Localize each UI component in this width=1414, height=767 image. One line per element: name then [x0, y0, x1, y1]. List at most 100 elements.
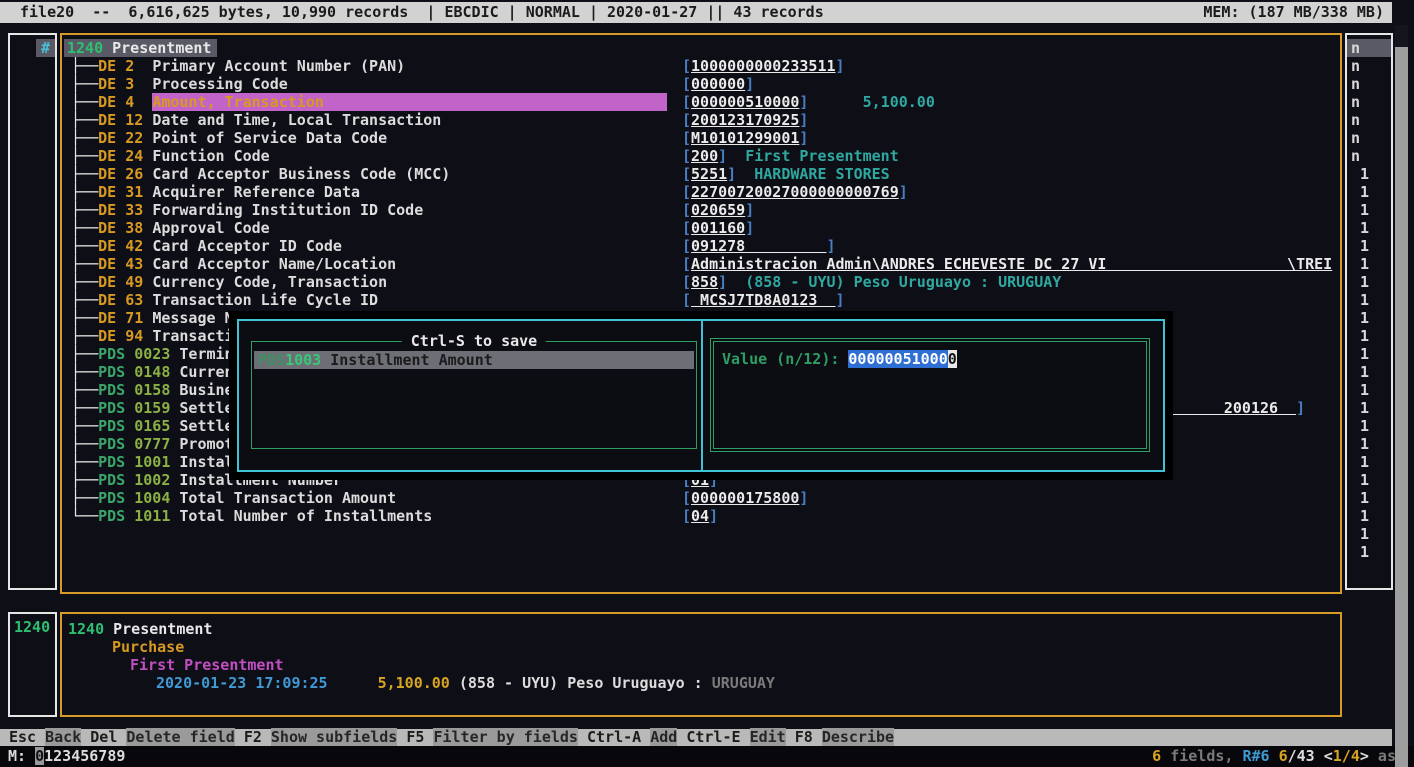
field-num: 0148	[134, 363, 179, 381]
side-indicator: n	[1347, 129, 1391, 147]
keybar-key-del[interactable]: Del	[90, 728, 117, 746]
scrollbar[interactable]	[1395, 25, 1408, 767]
tree-row-de-38[interactable]: ├──DE 38 Approval Code[001160]	[62, 219, 1340, 237]
tree-connector: ├──	[62, 93, 98, 111]
keybar-label: Edit	[750, 728, 786, 746]
field-name: Date and Time, Local Transaction	[152, 111, 441, 129]
side-indicator: 1	[1347, 345, 1391, 363]
tree-row-de-42[interactable]: ├──DE 42 Card Acceptor ID Code[091278 ]	[62, 237, 1340, 255]
record-number: R#6	[1242, 747, 1269, 765]
field-value[interactable]: [091278 ]	[682, 237, 836, 255]
tree-row-de-26[interactable]: ├──DE 26 Card Acceptor Business Code (MC…	[62, 165, 1340, 183]
fields-count: 6	[1152, 747, 1161, 765]
keybar-key-f2[interactable]: F2	[244, 728, 262, 746]
field-value[interactable]: [ MCSJ7TD8A0123 ]	[682, 291, 845, 309]
field-value[interactable]: [000000175800]	[682, 489, 808, 507]
value-input[interactable]: Value (n/12): 000000510000	[713, 341, 1147, 449]
tree-row-de-3[interactable]: ├──DE 3 Processing Code[000000]	[62, 75, 1340, 93]
record-index: 6	[1279, 747, 1288, 765]
keybar-label: Add	[650, 728, 677, 746]
field-tag: PDS	[98, 363, 134, 381]
field-value[interactable]: [5251] HARDWARE STORES	[682, 165, 890, 183]
scrollbar-thumb[interactable]	[1395, 25, 1408, 47]
tree-connector: ├──	[62, 129, 98, 147]
tree-connector: ├──	[62, 201, 98, 219]
field-name: Promot	[179, 435, 233, 453]
dialog-field-num: 1003	[285, 351, 321, 369]
tree-row-pds-1011[interactable]: └──PDS 1011 Total Number of Installments…	[62, 507, 1340, 525]
field-tag: PDS	[98, 471, 134, 489]
tree-connector: ├──	[62, 111, 98, 129]
field-name: Message N	[152, 309, 233, 327]
top-status-bar: file20 -- 6,616,625 bytes, 10,990 record…	[0, 2, 1392, 23]
field-tag: DE 38	[98, 219, 152, 237]
field-tag: PDS	[98, 507, 134, 525]
side-indicator: n	[1347, 147, 1391, 165]
selected-record-marker: #	[36, 39, 55, 57]
field-tag: DE 4	[98, 93, 152, 111]
record-marker-panel: #	[8, 33, 57, 590]
field-list-box: Ctrl-S to save PDS1003Installment Amount	[251, 341, 697, 449]
keybar-items: Esc Back Del Delete field F2 Show subfie…	[9, 728, 903, 746]
mode-input[interactable]: M: 0123456789	[8, 746, 125, 767]
field-tag: DE 33	[98, 201, 152, 219]
summary-subtype: First Presentment	[130, 656, 284, 674]
tree-row-de-12[interactable]: ├──DE 12 Date and Time, Local Transactio…	[62, 111, 1340, 129]
field-value[interactable]: [04]	[682, 507, 718, 525]
keybar-key-f5[interactable]: F5	[406, 728, 424, 746]
field-value[interactable]: [000000510000] 5,100.00	[682, 93, 935, 111]
tree-row-de-43[interactable]: ├──DE 43 Card Acceptor Name/Location[Adm…	[62, 255, 1340, 273]
keybar-key-ctrla[interactable]: Ctrl-A	[587, 728, 641, 746]
value-label: Value (n/12):	[722, 350, 839, 368]
keybar-key-ctrle[interactable]: Ctrl-E	[686, 728, 740, 746]
summary-datetime: 2020-01-23 17:09:25	[156, 674, 328, 692]
field-tag: DE 2	[98, 57, 152, 75]
dialog-selected-field[interactable]: PDS1003Installment Amount	[254, 351, 694, 369]
tree-row-pds-1004[interactable]: ├──PDS 1004 Total Transaction Amount[000…	[62, 489, 1340, 507]
message-title-row[interactable]: 1240Presentment	[62, 39, 1340, 57]
field-value[interactable]: [1000000000233511]	[682, 57, 845, 75]
field-tag: DE 42	[98, 237, 152, 255]
tree-row-de-49[interactable]: ├──DE 49 Currency Code, Transaction[858]…	[62, 273, 1340, 291]
field-tag: DE 26	[98, 165, 152, 183]
field-tag: DE 22	[98, 129, 152, 147]
side-indicator: n	[1347, 39, 1391, 57]
tree-connector: ├──	[62, 363, 98, 381]
side-indicator: n	[1347, 111, 1391, 129]
tree-row-de-24[interactable]: ├──DE 24 Function Code[200] First Presen…	[62, 147, 1340, 165]
tree-row-de-22[interactable]: ├──DE 22 Point of Service Data Code [M101…	[62, 129, 1340, 147]
field-name: Processing Code	[152, 75, 287, 93]
field-value[interactable]: [Administracion Admin\ANDRES ECHEVESTE D…	[682, 255, 1332, 273]
tree-row-de-2[interactable]: ├──DE 2 Primary Account Number (PAN)[100…	[62, 57, 1340, 75]
field-tag: DE 63	[98, 291, 152, 309]
field-value[interactable]: [200123170925]	[682, 111, 808, 129]
tree-row-de-63[interactable]: ├──DE 63 Transaction Life Cycle ID[ MCSJ…	[62, 291, 1340, 309]
field-value[interactable]: [200] First Presentment	[682, 147, 899, 165]
tree-connector: ├──	[62, 435, 98, 453]
field-value[interactable]: [M10101299001]	[682, 129, 808, 147]
keybar-label: Back	[45, 728, 81, 746]
value-selected-text: 00000051000	[848, 350, 947, 368]
tree-row-de-4[interactable]: ├──DE 4 Amount, Transaction [00000051000…	[62, 93, 1340, 111]
keybar: Esc Back Del Delete field F2 Show subfie…	[0, 729, 1392, 746]
keybar-label: Delete field	[126, 728, 234, 746]
tree-row-de-33[interactable]: ├──DE 33 Forwarding Institution ID Code[…	[62, 201, 1340, 219]
field-value[interactable]: [22700720027000000000769]	[682, 183, 908, 201]
edit-dialog: Ctrl-S to save PDS1003Installment Amount…	[237, 319, 1165, 472]
tree-row-de-31[interactable]: ├──DE 31 Acquirer Reference Data[2270072…	[62, 183, 1340, 201]
keybar-key-f8[interactable]: F8	[795, 728, 813, 746]
fields-word: fields,	[1161, 747, 1242, 765]
value-cursor: 0	[948, 350, 957, 368]
field-value[interactable]: [001160]	[682, 219, 754, 237]
field-value[interactable]: [000000]	[682, 75, 754, 93]
side-indicator: 1	[1347, 363, 1391, 381]
field-annotation: (858 - UYU) Peso Uruguayo : URUGUAY	[727, 273, 1061, 291]
field-value[interactable]: [858] (858 - UYU) Peso Uruguayo : URUGUA…	[682, 273, 1061, 291]
field-name: Point of Service Data Code	[152, 129, 387, 147]
field-name: Card Acceptor Name/Location	[152, 255, 396, 273]
sort-indicator: as	[1369, 747, 1396, 765]
field-value[interactable]: [020659]	[682, 201, 754, 219]
keybar-key-esc[interactable]: Esc	[9, 728, 36, 746]
record-summary-panel: 1240Presentment Purchase First Presentme…	[60, 612, 1342, 717]
side-indicator: 1	[1347, 327, 1391, 345]
